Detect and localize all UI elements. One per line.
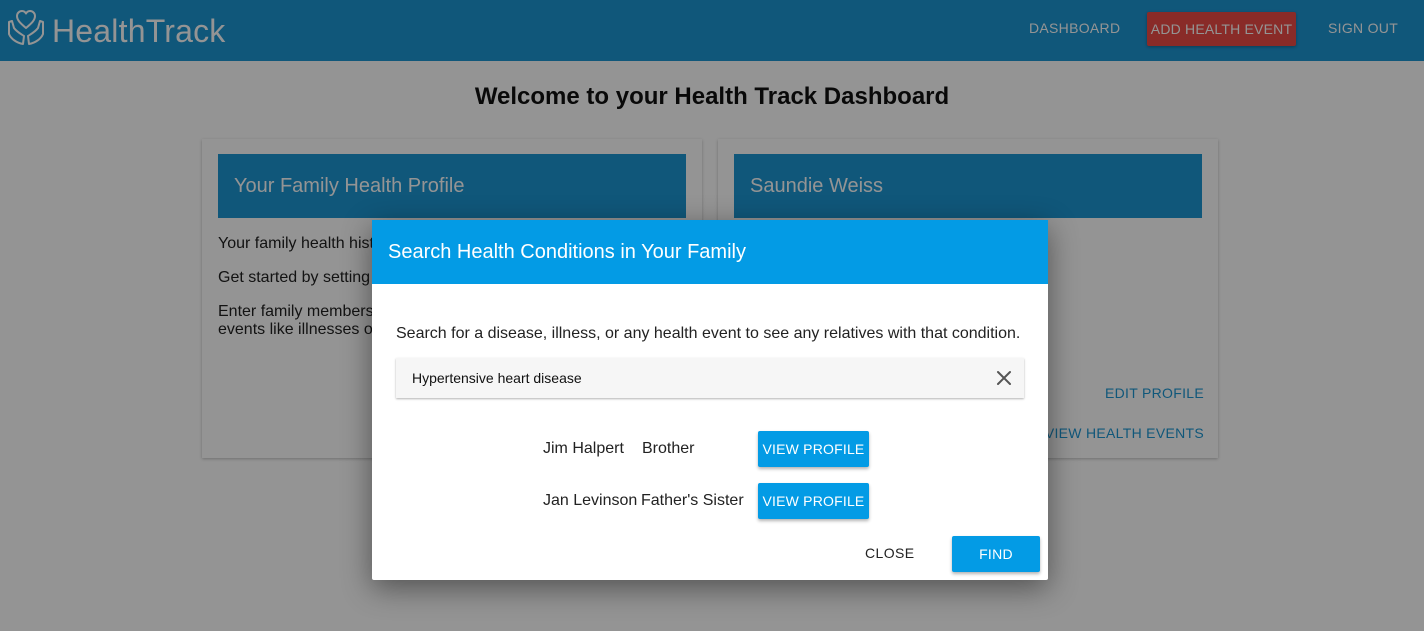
- relative-name: Jan Levinson: [543, 492, 638, 509]
- search-input-value: Hypertensive heart disease: [412, 370, 582, 386]
- condition-search-input[interactable]: Hypertensive heart disease: [396, 358, 1024, 398]
- close-button[interactable]: CLOSE: [865, 545, 914, 561]
- dialog-description: Search for a disease, illness, or any he…: [396, 325, 1021, 342]
- search-conditions-dialog: Search Health Conditions in Your Family …: [372, 220, 1048, 580]
- view-profile-button[interactable]: VIEW PROFILE: [758, 483, 869, 519]
- result-row: Jan Levinson Father's Sister VIEW PROFIL…: [372, 483, 1048, 519]
- relative-relation: Father's Sister: [641, 492, 744, 509]
- result-row: Jim Halpert Brother VIEW PROFILE: [372, 431, 1048, 467]
- close-icon[interactable]: [996, 370, 1012, 386]
- view-profile-button[interactable]: VIEW PROFILE: [758, 431, 869, 467]
- dialog-title: Search Health Conditions in Your Family: [372, 220, 1048, 284]
- find-button[interactable]: FIND: [952, 536, 1040, 572]
- relative-name: Jim Halpert: [543, 440, 624, 457]
- relative-relation: Brother: [642, 440, 695, 457]
